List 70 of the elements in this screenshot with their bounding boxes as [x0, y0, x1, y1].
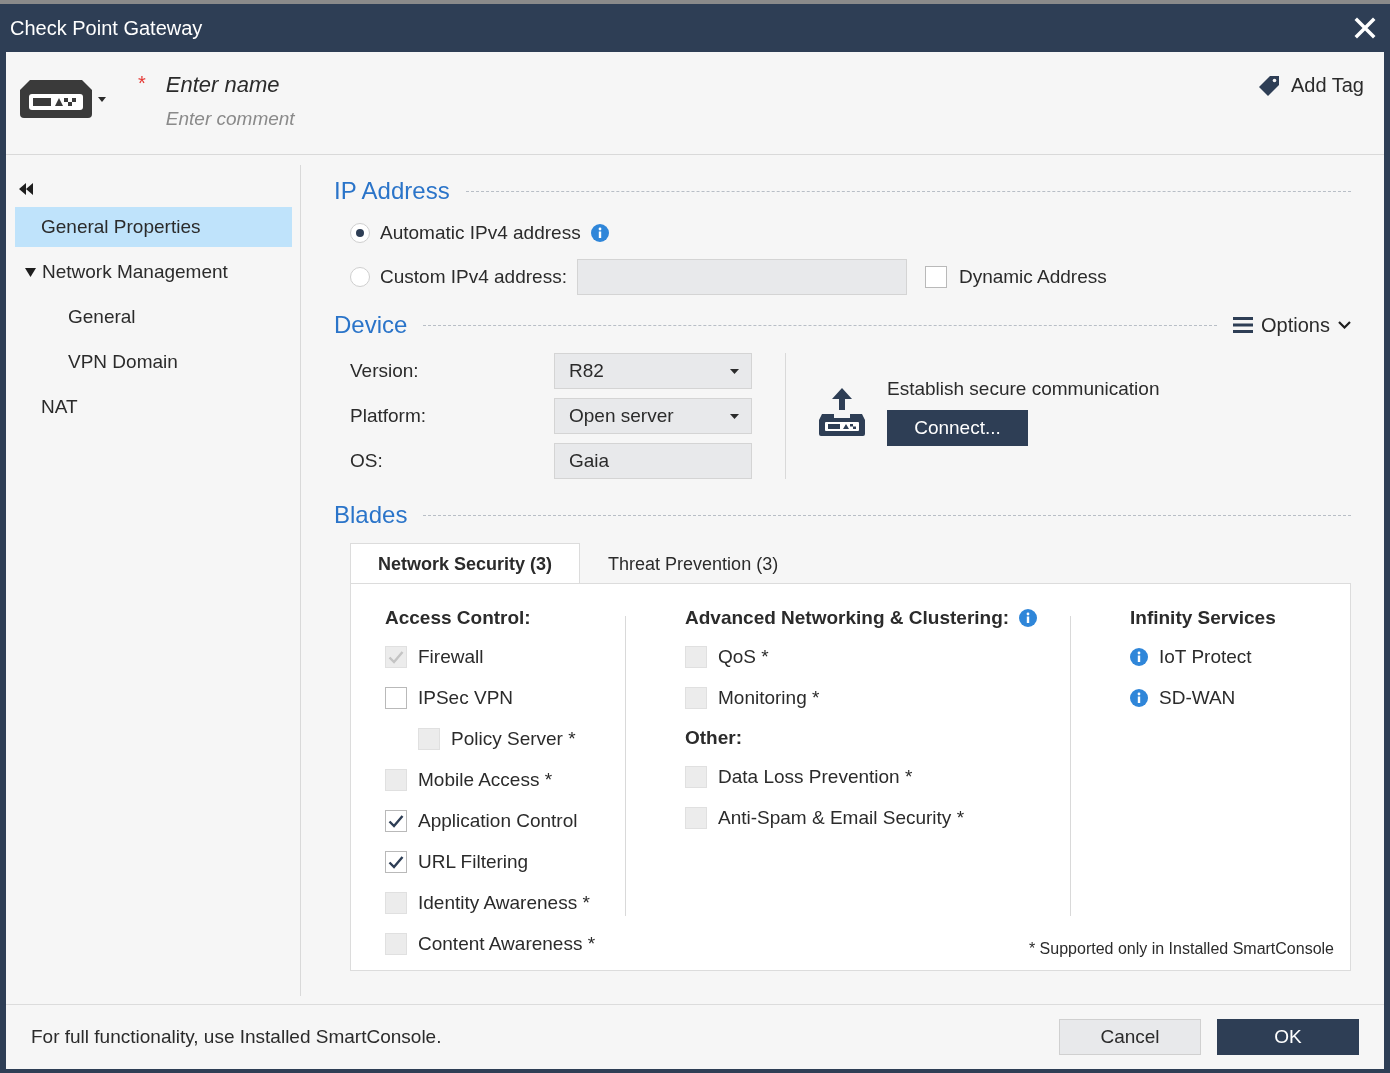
- upload-gateway-icon: [819, 388, 865, 436]
- footer-message: For full functionality, use Installed SmartConsole.: [31, 1026, 442, 1048]
- dropdown[interactable]: Open server: [554, 398, 752, 434]
- ok-button[interactable]: OK: [1217, 1019, 1359, 1055]
- close-button[interactable]: [1354, 17, 1376, 39]
- field-label: Platform:: [350, 405, 428, 427]
- name-field[interactable]: Enter name: [165, 72, 295, 98]
- add-tag-button[interactable]: Add Tag: [1258, 74, 1364, 97]
- checkbox-label: Policy Server *: [451, 727, 576, 750]
- caret-icon: [730, 368, 739, 374]
- info-icon[interactable]: [1019, 609, 1038, 627]
- service-label: SD-WAN: [1159, 686, 1236, 709]
- section-title: IP Address: [334, 177, 450, 205]
- checkbox-label[interactable]: Application Control: [418, 809, 578, 832]
- group-title: Advanced Networking & Clustering:: [685, 607, 1010, 629]
- checkbox-label: Anti-Spam & Email Security *: [718, 806, 965, 829]
- sidebar-item[interactable]: NAT: [15, 387, 292, 427]
- field-label: Version:: [350, 360, 420, 382]
- dropdown[interactable]: R82: [554, 353, 752, 389]
- collapse-icon[interactable]: [19, 183, 33, 195]
- group-title: Access Control:: [385, 607, 531, 629]
- required-mark: *: [138, 72, 146, 95]
- info-icon[interactable]: [1130, 647, 1148, 666]
- options-button[interactable]: Options: [1233, 313, 1351, 337]
- caret-icon[interactable]: [98, 96, 106, 102]
- window-title: Check Point Gateway: [10, 16, 203, 40]
- checkbox-label: Monitoring *: [718, 686, 820, 709]
- section-title: Blades: [334, 501, 408, 529]
- checkbox[interactable]: [385, 809, 407, 832]
- radio-label[interactable]: Automatic IPv4 address: [380, 222, 581, 244]
- checkbox-label: Data Loss Prevention *: [718, 765, 913, 788]
- connect-description: Establish secure communication: [887, 378, 1160, 400]
- checkbox[interactable]: [385, 686, 407, 709]
- checkbox[interactable]: [924, 266, 947, 288]
- service-label: IoT Protect: [1159, 645, 1252, 668]
- sidebar-item[interactable]: VPN Domain: [15, 342, 292, 382]
- ip-address-field[interactable]: [576, 259, 907, 295]
- checkbox-label: Identity Awareness *: [418, 891, 590, 914]
- radio-button[interactable]: [350, 223, 370, 243]
- checkbox-label[interactable]: URL Filtering: [418, 850, 529, 873]
- caret-icon: [730, 413, 739, 419]
- checkbox-label: Firewall: [418, 645, 484, 668]
- checkbox-label[interactable]: Dynamic Address: [958, 266, 1107, 288]
- info-icon[interactable]: [590, 224, 609, 242]
- sidebar-item[interactable]: Network Management: [15, 252, 292, 292]
- tab[interactable]: Network Security (3): [350, 543, 581, 584]
- info-icon[interactable]: [1130, 688, 1148, 707]
- radio-label[interactable]: Custom IPv4 address:: [380, 266, 567, 288]
- gateway-icon[interactable]: [20, 80, 92, 118]
- tag-icon: [1258, 75, 1279, 96]
- group-title: Infinity Services: [1130, 607, 1276, 629]
- group-title: Other:: [685, 727, 742, 749]
- checkbox-label: Mobile Access *: [418, 768, 553, 791]
- checkbox-label[interactable]: IPSec VPN: [418, 686, 514, 709]
- radio-button[interactable]: [350, 267, 370, 287]
- expand-caret-icon[interactable]: [25, 267, 36, 277]
- sidebar-item[interactable]: General Properties: [15, 207, 292, 247]
- menu-icon: [1233, 317, 1254, 333]
- section-title: Device: [334, 311, 408, 339]
- footnote: * Supported only in Installed SmartConsole: [1028, 940, 1334, 958]
- checkbox-label: QoS *: [718, 645, 769, 668]
- connect-button[interactable]: Connect...: [887, 410, 1028, 446]
- tab[interactable]: Threat Prevention (3): [580, 543, 807, 584]
- checkbox[interactable]: [385, 850, 407, 873]
- checkbox-label: Content Awareness *: [418, 932, 596, 955]
- chevron-down-icon: [1338, 321, 1351, 329]
- readonly-field: Gaia: [554, 443, 752, 479]
- cancel-button[interactable]: Cancel: [1059, 1019, 1201, 1055]
- sidebar-item[interactable]: General: [15, 297, 292, 337]
- field-label: OS:: [350, 450, 384, 472]
